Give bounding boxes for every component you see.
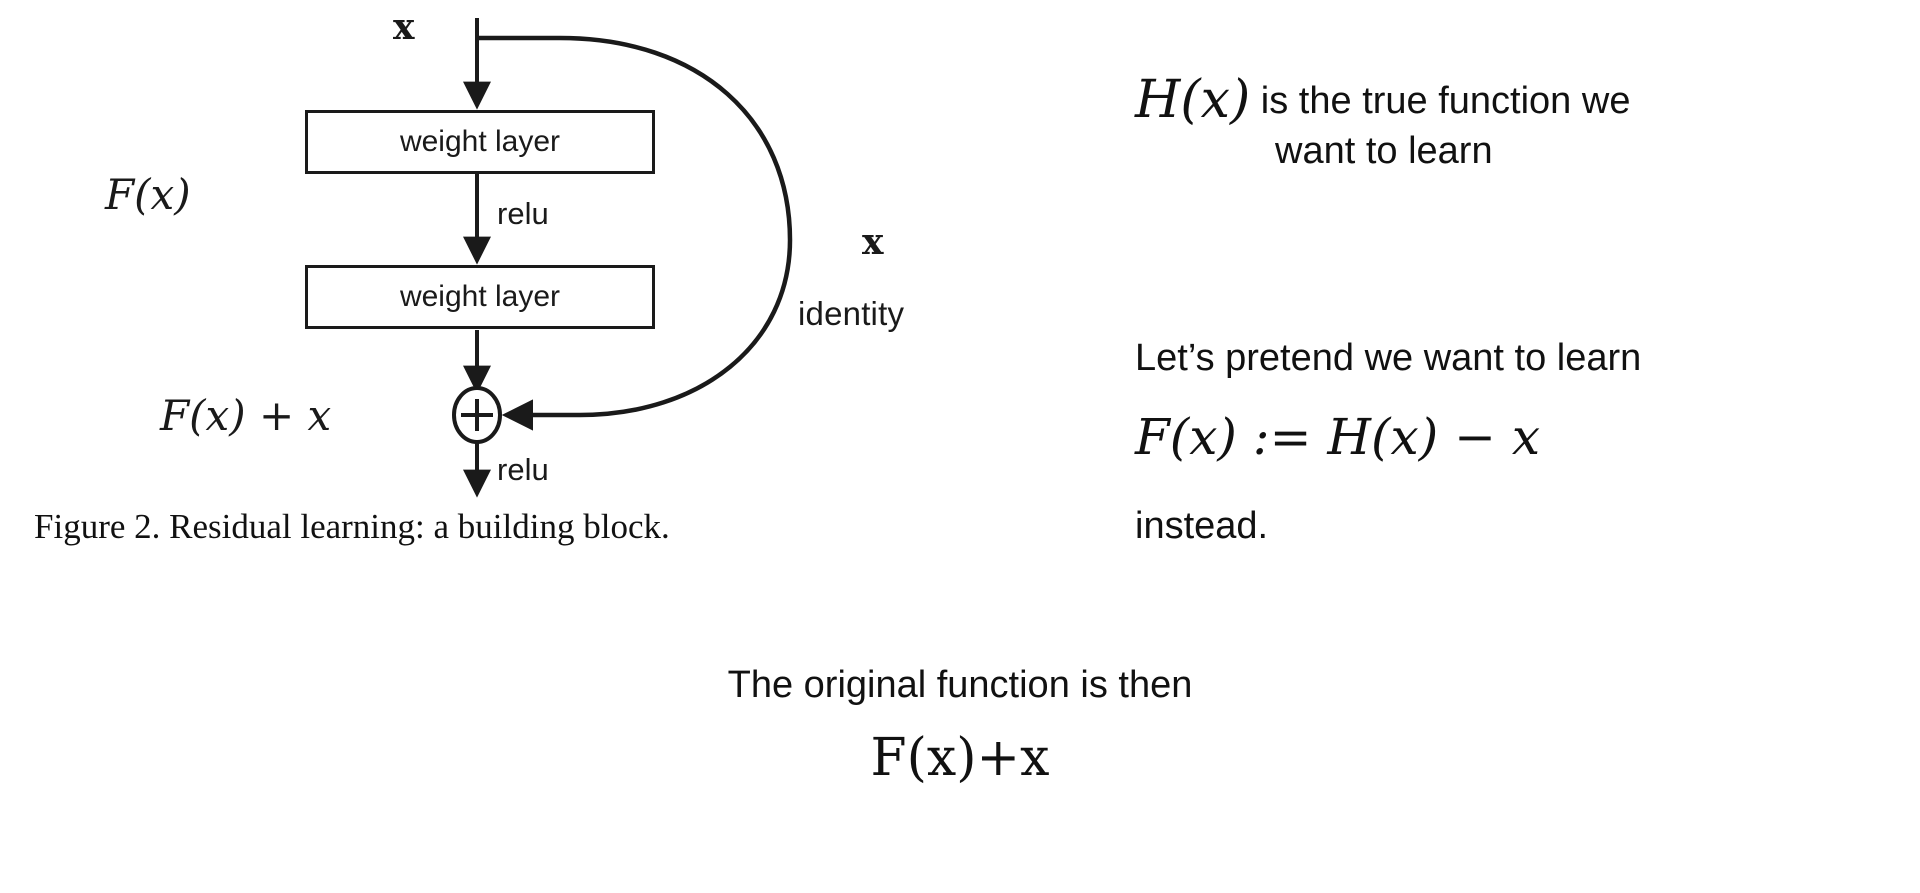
relu-label-output: relu [497,452,549,487]
residual-block-diagram: x weight layer weight layer relu relu F(… [0,0,1120,500]
weight-layer-box-1: weight layer [305,110,655,174]
output-function-label: F(x) + x [160,391,331,440]
input-label: x [393,6,415,48]
note-line-h-definition: H(x) is the true function we [1135,70,1630,130]
identity-label-text: identity [798,295,905,332]
figure-caption: Figure 2. Residual learning: a building … [34,507,670,546]
note-line-lets-pretend: Let’s pretend we want to learn [1135,337,1642,379]
weight-layer-box-2: weight layer [305,265,655,329]
note-line-instead: instead. [1135,505,1269,547]
output-function-label-text: F(x) + x [160,391,332,440]
note-line-formula: F(x) := H(x) − x [1135,408,1541,466]
weight-layer-box-2-label: weight layer [399,280,561,313]
bottom-summary-formula: F(x)+x [870,728,1050,788]
residual-function-label-text: F(x) [105,170,191,219]
weight-layer-box-1-label: weight layer [399,125,561,158]
identity-label-x: x [862,221,884,263]
note-h-math: H(x) [1135,70,1251,130]
note-h-text: is the true function we [1250,80,1631,122]
note-line-want-to-learn: want to learn [1275,130,1493,172]
figure-panel: x weight layer weight layer relu relu F(… [0,0,1120,570]
notes-column: H(x) is the true function we want to lea… [1135,0,1920,580]
residual-function-label: F(x) [105,170,191,219]
bottom-summary-text: The original function is then [727,664,1193,706]
relu-label-middle: relu [497,196,549,231]
bottom-summary-block: The original function is then F(x)+x [0,650,1920,893]
